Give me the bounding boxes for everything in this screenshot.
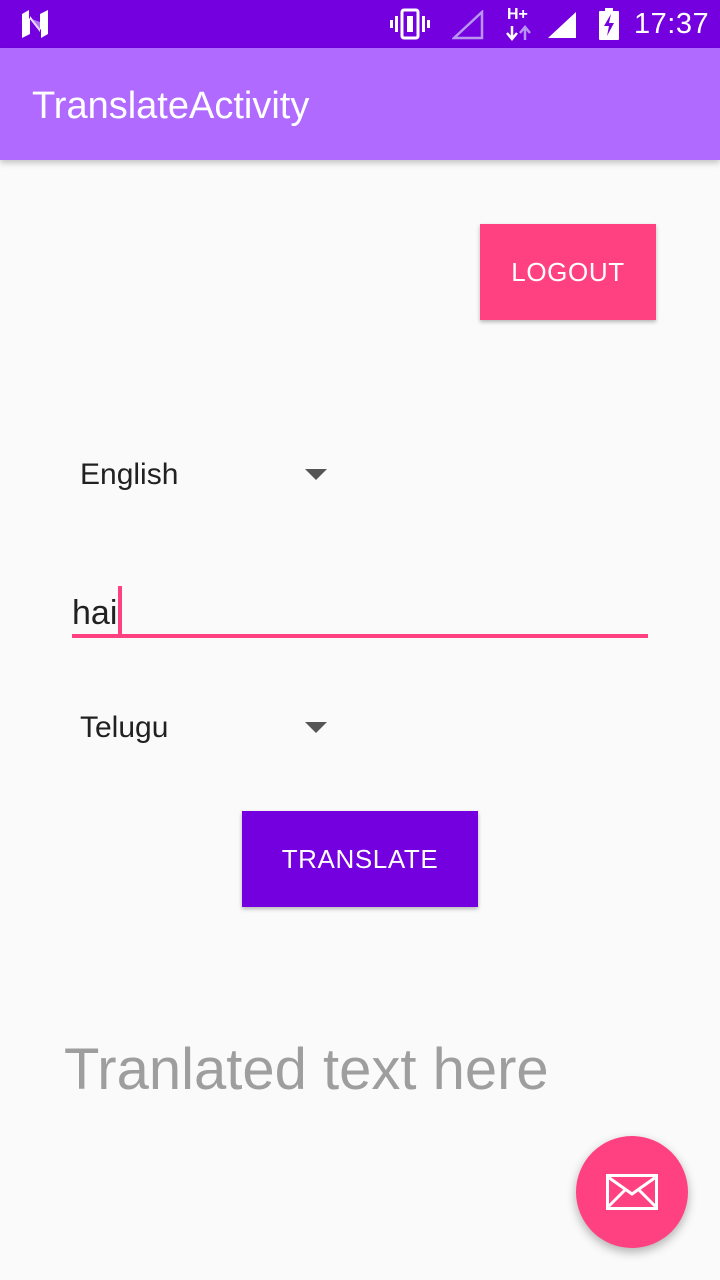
app-bar: TranslateActivity	[0, 48, 720, 160]
status-time: 17:37	[634, 8, 710, 40]
vibrate-icon	[390, 8, 430, 40]
input-text-value: hai	[72, 586, 123, 634]
signal-empty-icon	[452, 10, 484, 40]
battery-charging-icon	[599, 8, 619, 40]
status-bar: H+ 17:37	[0, 0, 720, 48]
translate-screen: H+ 17:37 TranslateActivity LOGOUT Englis…	[0, 0, 720, 1280]
page-title: TranslateActivity	[32, 85, 310, 127]
target-language-dropdown[interactable]: Telugu	[72, 692, 342, 764]
dropdown-arrow-icon	[305, 722, 327, 733]
translate-button[interactable]: TRANSLATE	[242, 811, 478, 907]
logout-button[interactable]: LOGOUT	[480, 224, 656, 320]
dropdown-arrow-icon	[305, 469, 327, 480]
android-n-logo-icon	[22, 10, 48, 38]
source-language-dropdown[interactable]: English	[72, 439, 342, 511]
input-underline	[72, 634, 648, 638]
source-language-value: English	[80, 458, 179, 491]
svg-text:H+: H+	[507, 6, 528, 23]
translated-text-output: Tranlated text here	[64, 1037, 549, 1102]
hplus-data-icon: H+	[506, 6, 531, 41]
mail-icon	[606, 1174, 658, 1210]
text-cursor	[118, 586, 123, 634]
input-text-field[interactable]: hai	[72, 572, 648, 640]
mail-fab-button[interactable]	[576, 1136, 688, 1248]
target-language-value: Telugu	[80, 711, 169, 744]
input-value: hai	[72, 594, 118, 632]
signal-full-icon	[548, 12, 576, 38]
